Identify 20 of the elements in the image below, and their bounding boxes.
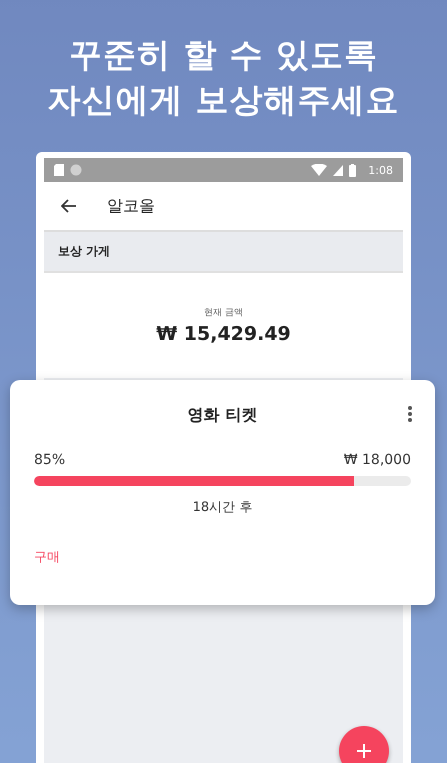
- back-arrow-icon[interactable]: [61, 199, 77, 213]
- more-options-icon[interactable]: [407, 405, 413, 423]
- battery-icon: [349, 164, 356, 176]
- buy-button[interactable]: 구매: [34, 546, 60, 568]
- circle-icon: [70, 164, 82, 176]
- balance-label: 현재 금액: [204, 307, 243, 319]
- headline-text: 꾸준히 할 수 있도록: [68, 34, 378, 76]
- balance-amount: ₩ 15,429.49: [156, 323, 291, 345]
- section-title: 보상 가게: [58, 243, 110, 260]
- status-time: 1:08: [368, 164, 393, 176]
- plus-icon: [357, 744, 371, 758]
- time-left: 18시간 후: [192, 499, 252, 516]
- progress-percent: 85%: [34, 452, 66, 468]
- reward-title: 영화 티켓: [188, 404, 258, 426]
- screen-title: 알코올: [107, 196, 155, 216]
- sd-card-icon: [54, 164, 64, 176]
- headline-text: 자신에게 보상해주세요: [47, 79, 400, 121]
- wifi-icon: [311, 164, 328, 176]
- reward-price: ₩ 18,000: [344, 452, 411, 468]
- signal-icon: [333, 164, 344, 176]
